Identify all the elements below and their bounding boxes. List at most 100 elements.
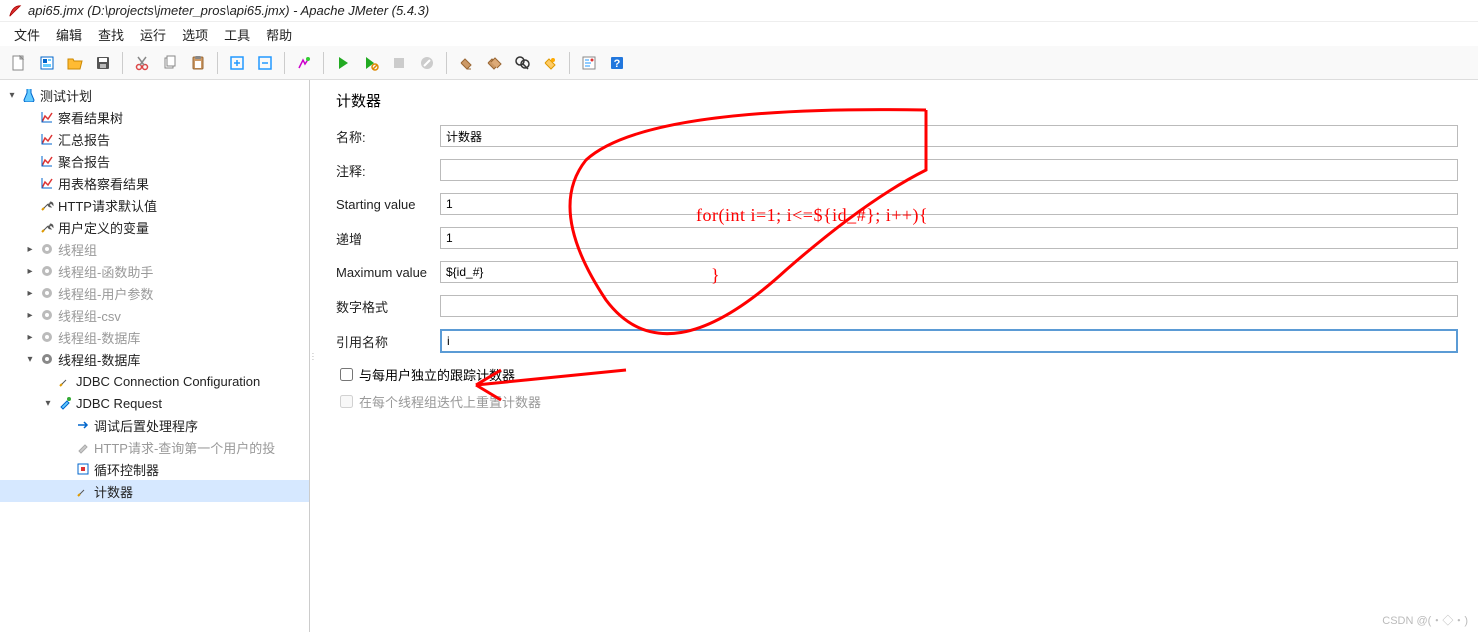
loop-icon	[75, 461, 91, 477]
tree-debug-post[interactable]: 调试后置处理程序	[0, 414, 309, 436]
increment-label: 递增	[336, 229, 440, 248]
tree-threadgroup-3[interactable]: ▸线程组-用户参数	[0, 282, 309, 304]
shutdown-icon[interactable]	[414, 50, 440, 76]
start-label: Starting value	[336, 197, 440, 212]
tree-threadgroup-2[interactable]: ▸线程组-函数助手	[0, 260, 309, 282]
tree-item-view-results[interactable]: 察看结果树	[0, 106, 309, 128]
gear-icon	[39, 351, 55, 367]
clear-icon[interactable]	[453, 50, 479, 76]
chevron-right-icon[interactable]: ▸	[24, 332, 36, 343]
chk-reset: 在每个线程组迭代上重置计数器	[340, 392, 1458, 411]
name-input[interactable]	[440, 125, 1458, 147]
gear-icon	[39, 241, 55, 257]
counter-panel: 计数器 名称: 注释: Starting value 递增 Maximum va…	[316, 80, 1478, 632]
chk-per-user[interactable]: 与每用户独立的跟踪计数器	[340, 365, 1458, 384]
watermark: CSDN @(・◇・)	[1382, 612, 1468, 628]
window-titlebar: api65.jmx (D:\projects\jmeter_pros\api65…	[0, 0, 1478, 22]
dropper-icon	[57, 395, 73, 411]
wrench-icon	[39, 197, 55, 213]
name-label: 名称:	[336, 127, 440, 146]
menu-options[interactable]: 选项	[174, 23, 216, 46]
chevron-down-icon[interactable]: ▾	[6, 90, 18, 101]
gear-icon	[39, 329, 55, 345]
tree-threadgroup-1[interactable]: ▸线程组	[0, 238, 309, 260]
cut-icon[interactable]	[129, 50, 155, 76]
chevron-down-icon[interactable]: ▾	[42, 398, 54, 409]
chevron-down-icon[interactable]: ▾	[24, 354, 36, 365]
tree-root[interactable]: ▾ 测试计划	[0, 84, 309, 106]
tree-item-summary[interactable]: 汇总报告	[0, 128, 309, 150]
function-helper-icon[interactable]	[576, 50, 602, 76]
gear-icon	[39, 263, 55, 279]
save-icon[interactable]	[90, 50, 116, 76]
paste-icon[interactable]	[185, 50, 211, 76]
open-icon[interactable]	[62, 50, 88, 76]
chk-per-user-box[interactable]	[340, 368, 353, 381]
chevron-right-icon[interactable]: ▸	[24, 244, 36, 255]
max-label: Maximum value	[336, 265, 440, 280]
chk-reset-box	[340, 395, 353, 408]
tree-item-aggregate[interactable]: 聚合报告	[0, 150, 309, 172]
tree-loop-controller[interactable]: 循环控制器	[0, 458, 309, 480]
gear-icon	[39, 307, 55, 323]
menu-tools[interactable]: 工具	[216, 23, 258, 46]
arrow-icon	[75, 417, 91, 433]
dropper-icon	[75, 439, 91, 455]
menu-run[interactable]: 运行	[132, 23, 174, 46]
beaker-icon	[21, 87, 37, 103]
panel-heading: 计数器	[336, 90, 1458, 111]
menu-edit[interactable]: 编辑	[48, 23, 90, 46]
format-input[interactable]	[440, 295, 1458, 317]
templates-icon[interactable]	[34, 50, 60, 76]
ref-label: 引用名称	[336, 332, 440, 351]
search-icon[interactable]	[509, 50, 535, 76]
start-no-pause-icon[interactable]	[358, 50, 384, 76]
tree-threadgroup-db[interactable]: ▾线程组-数据库	[0, 348, 309, 370]
annotation-brace: }	[711, 265, 720, 286]
tree-item-http-defaults[interactable]: HTTP请求默认值	[0, 194, 309, 216]
tree-http-request-dim[interactable]: HTTP请求-查询第一个用户的投	[0, 436, 309, 458]
wrench-icon	[57, 373, 73, 389]
collapse-icon[interactable]	[252, 50, 278, 76]
tree-item-table[interactable]: 用表格察看结果	[0, 172, 309, 194]
tree-jdbc-config[interactable]: JDBC Connection Configuration	[0, 370, 309, 392]
svg-text:?: ?	[614, 58, 621, 70]
start-input[interactable]	[440, 193, 1458, 215]
menu-file[interactable]: 文件	[6, 23, 48, 46]
copy-icon[interactable]	[157, 50, 183, 76]
max-input[interactable]	[440, 261, 1458, 283]
tree-threadgroup-5[interactable]: ▸线程组-数据库	[0, 326, 309, 348]
annotation-text: for(int i=1; i<=${id_#}; i++){	[696, 205, 928, 226]
start-icon[interactable]	[330, 50, 356, 76]
tree-item-user-vars[interactable]: 用户定义的变量	[0, 216, 309, 238]
wrench-icon	[39, 219, 55, 235]
chart-icon	[39, 153, 55, 169]
app-icon	[8, 4, 22, 18]
chevron-right-icon[interactable]: ▸	[24, 310, 36, 321]
menu-search[interactable]: 查找	[90, 23, 132, 46]
format-label: 数字格式	[336, 297, 440, 316]
tree-threadgroup-4[interactable]: ▸线程组-csv	[0, 304, 309, 326]
clear-all-icon[interactable]	[481, 50, 507, 76]
comment-label: 注释:	[336, 161, 440, 180]
expand-icon[interactable]	[224, 50, 250, 76]
tree-jdbc-request[interactable]: ▾JDBC Request	[0, 392, 309, 414]
new-file-icon[interactable]	[6, 50, 32, 76]
reset-search-icon[interactable]	[537, 50, 563, 76]
chart-icon	[39, 175, 55, 191]
test-plan-tree[interactable]: ▾ 测试计划 察看结果树 汇总报告 聚合报告 用表格察看结果 HTTP请求默认值…	[0, 80, 310, 632]
comment-input[interactable]	[440, 159, 1458, 181]
ref-input[interactable]	[440, 329, 1458, 353]
chevron-right-icon[interactable]: ▸	[24, 266, 36, 277]
wrench-icon	[75, 483, 91, 499]
chart-icon	[39, 131, 55, 147]
window-title: api65.jmx (D:\projects\jmeter_pros\api65…	[28, 3, 429, 18]
tree-counter[interactable]: 计数器	[0, 480, 309, 502]
chevron-right-icon[interactable]: ▸	[24, 288, 36, 299]
stop-icon[interactable]	[386, 50, 412, 76]
toolbar: ?	[0, 46, 1478, 80]
toggle-icon[interactable]	[291, 50, 317, 76]
help-icon[interactable]: ?	[604, 50, 630, 76]
increment-input[interactable]	[440, 227, 1458, 249]
menu-help[interactable]: 帮助	[258, 23, 300, 46]
